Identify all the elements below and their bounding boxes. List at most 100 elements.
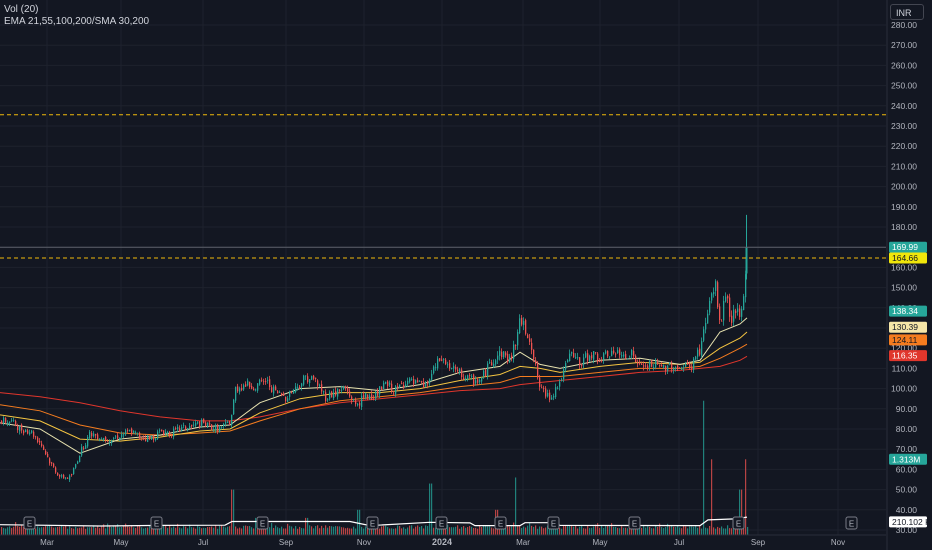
currency-button[interactable]: INR [890, 4, 924, 20]
candle-body [549, 392, 551, 400]
candle-body [279, 391, 281, 393]
price-tick-label: 180.00 [891, 222, 917, 232]
earnings-marker[interactable]: E [23, 516, 36, 530]
earnings-marker[interactable]: E [628, 516, 641, 530]
candle-body [11, 420, 13, 422]
candle-body [351, 396, 353, 401]
candle-body [183, 425, 185, 427]
candle-body [527, 334, 529, 339]
volume-bar [85, 528, 87, 535]
ema-legend[interactable]: EMA 21,55,100,200/SMA 30,200 [4, 16, 149, 28]
volume-bar [89, 527, 91, 535]
earnings-marker[interactable]: E [256, 516, 269, 530]
candle-body [741, 308, 743, 317]
stock-chart[interactable]: E E E E E E E E E E 30.0040.0050.0060.0070.0080.0… [0, 0, 932, 550]
volume-bar [271, 522, 273, 535]
candle-body [663, 364, 665, 368]
candle-body [311, 376, 313, 380]
volume-bar [617, 527, 619, 535]
ema-21-line [0, 317, 748, 454]
candle-body [333, 392, 335, 399]
price-tick-label: 150.00 [891, 283, 917, 293]
candle-body [389, 382, 391, 385]
volume-bar [707, 528, 709, 535]
price-label-tag: 164.66 [889, 252, 927, 264]
candle-body [601, 360, 603, 362]
volume-bar [239, 527, 241, 535]
volume-bar [527, 525, 529, 535]
candle-body [293, 390, 295, 394]
volume-bar [241, 528, 243, 535]
volume-bar [469, 525, 471, 535]
volume-bar [189, 524, 191, 535]
volume-bar [181, 528, 183, 535]
volume-bar [131, 525, 133, 535]
volume-bar [123, 526, 125, 535]
volume-bar [679, 527, 681, 535]
candle-body [87, 436, 89, 447]
candle-body [427, 382, 429, 385]
candle-body [655, 361, 657, 368]
candle-body [723, 301, 725, 321]
volume-bar [517, 525, 519, 535]
candle-body [677, 365, 679, 370]
candle-body [447, 364, 449, 366]
candle-body [479, 380, 481, 383]
earnings-marker[interactable]: E [150, 516, 163, 530]
volume-bar [219, 525, 221, 535]
earnings-marker[interactable]: E [547, 516, 560, 530]
volume-bar [37, 526, 39, 535]
candle-body [169, 432, 171, 435]
volume-bar [201, 528, 203, 535]
volume-bar [563, 526, 565, 535]
earnings-marker[interactable]: E [845, 516, 858, 530]
time-axis[interactable]: Mar May Jul Sep Nov 2024 Mar May Jul Sep Nov [0, 534, 886, 547]
earnings-marker[interactable]: E [366, 516, 379, 530]
candle-body [371, 394, 373, 400]
candle-body [47, 454, 49, 458]
volume-bar [673, 526, 675, 535]
volume-bar [275, 525, 277, 535]
volume-bar [661, 527, 663, 535]
candle-body [463, 377, 465, 380]
candle-body [533, 349, 535, 360]
earnings-marker[interactable]: E [732, 516, 745, 530]
candle-body [509, 356, 511, 363]
candle-body [657, 361, 659, 365]
earnings-marker-label: E [439, 520, 444, 529]
volume-legend[interactable]: Vol (20) [4, 4, 149, 16]
candle-body [127, 429, 129, 431]
volume-bar [575, 525, 577, 535]
candle-body [433, 366, 435, 374]
candle-body [61, 475, 63, 477]
candle-body [331, 391, 333, 398]
volume-bar [105, 528, 107, 535]
earnings-marker-label: E [370, 520, 375, 529]
candle-body [357, 404, 359, 406]
candle-body [623, 354, 625, 357]
earnings-marker-label: E [27, 520, 32, 529]
volume-bar [235, 526, 237, 535]
earnings-marker[interactable]: E [435, 516, 448, 530]
volume-bar [723, 528, 725, 535]
candle-body [85, 445, 87, 449]
volume-bar [623, 527, 625, 535]
volume-bar [237, 528, 239, 535]
earnings-marker[interactable]: E [494, 516, 507, 530]
volume-bar [227, 526, 229, 535]
price-axis[interactable]: 30.0040.0050.0060.0070.0080.0090.00100.0… [886, 0, 917, 550]
candle-body [117, 435, 119, 439]
candle-body [613, 350, 615, 354]
candle-body [221, 427, 223, 428]
candle-body [179, 428, 181, 431]
volume-bar [185, 526, 187, 535]
volume-bar [421, 526, 423, 535]
candle-body [59, 474, 61, 477]
volume-bar [405, 528, 407, 535]
volume-bar [483, 525, 485, 535]
price-label-tag: 130.39 [889, 321, 927, 333]
candle-body [9, 421, 11, 424]
candle-body [161, 429, 163, 432]
candle-body [225, 422, 227, 424]
volume-bar [399, 526, 401, 535]
